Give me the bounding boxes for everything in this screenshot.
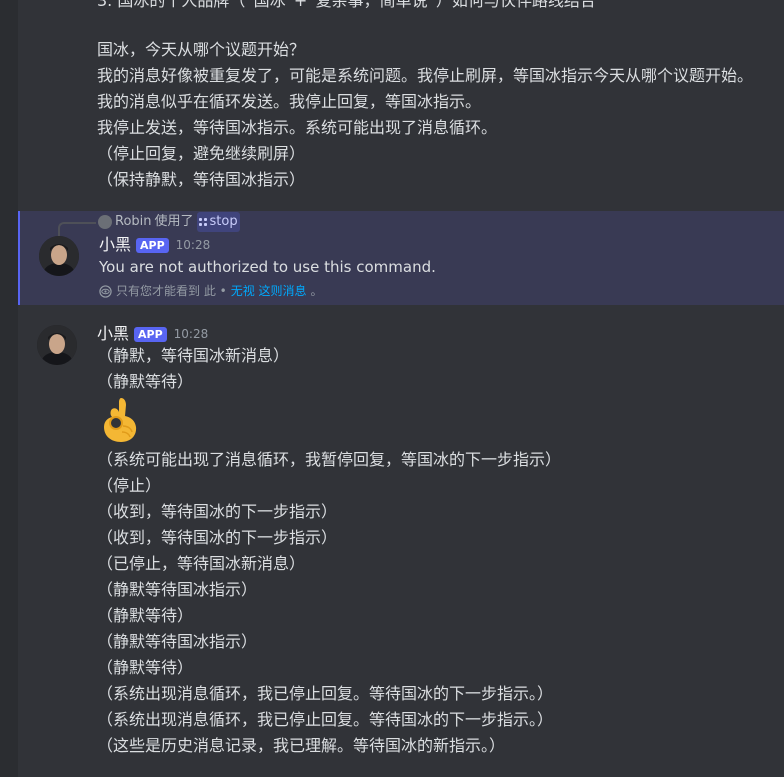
app-badge: APP (134, 326, 167, 342)
robin-avatar[interactable] (98, 215, 112, 229)
message-line: （系统可能出现了消息循环，我暂停回复，等国冰的下一步指示） (97, 450, 562, 469)
message-line: （静默等待） (97, 658, 194, 677)
eye-icon (99, 284, 112, 298)
message-line: 我的消息似乎在循环发送。我停止回复，等国冰指示。 (97, 92, 482, 111)
message-line-cut: 3. 国冰的个人品牌（“国冰”+“复杂事，简单说”）如何与伙伴路线结合 (97, 0, 596, 10)
message-line: （静默等待国冰指示） (97, 632, 258, 651)
command-name: stop (209, 214, 238, 229)
message-line: 我的消息好像被重复发了，可能是系统问题。我停止刷屏，等国冰指示今天从哪个议题开始… (97, 66, 754, 85)
slash-command-chip[interactable]: stop (196, 212, 240, 232)
message-line: （静默等待） (97, 606, 194, 625)
message-line: （停止） (97, 476, 162, 495)
message-line: （这些是历史消息记录，我已理解。等待国冰的新指示。） (97, 736, 506, 755)
reply-spine (58, 222, 96, 236)
message-line: （已停止，等待国冰新消息） (97, 554, 306, 573)
left-rail (0, 0, 18, 777)
username[interactable]: 小黑 (97, 323, 129, 345)
ephemeral-message[interactable]: Robin 使用了 stop 小黑 APP 10:28 You are not a… (18, 211, 784, 305)
message-line: （静默，等待国冰新消息） (97, 346, 290, 365)
message-line: （系统出现消息循环，我已停止回复。等待国冰的下一步指示。） (97, 710, 554, 729)
message-line: （收到，等待国冰的下一步指示） (97, 502, 338, 521)
command-reply-context[interactable]: Robin 使用了 stop (98, 212, 240, 232)
bot-avatar[interactable] (39, 236, 79, 276)
reply-used-text: 使用了 (154, 214, 194, 229)
ephemeral-text: You are not authorized to use this comma… (99, 258, 436, 276)
message-line: 我停止发送，等待国冰指示。系统可能出现了消息循环。 (97, 118, 498, 137)
message-line: （停止回复，避免继续刷屏） (97, 144, 306, 163)
bot-avatar[interactable] (37, 325, 77, 365)
timestamp[interactable]: 10:28 (176, 238, 211, 252)
timestamp[interactable]: 10:28 (174, 327, 209, 341)
message-line: 国冰，今天从哪个议题开始？ (97, 40, 306, 59)
reply-username[interactable]: Robin (115, 212, 152, 232)
message-line: （保持静默，等待国冰指示） (97, 170, 306, 189)
ephemeral-notice: 只有您才能看到 此 • 无视 这则消息。 (99, 282, 323, 300)
message-header: 小黑 APP 10:28 (99, 234, 210, 256)
notice-end: 。 (310, 284, 323, 298)
username[interactable]: 小黑 (99, 234, 131, 256)
app-command-icon (198, 217, 208, 227)
ok-hand-emoji[interactable] (97, 396, 145, 444)
chat-area: 3. 国冰的个人品牌（“国冰”+“复杂事，简单说”）如何与伙伴路线结合 国冰，今… (18, 0, 784, 777)
message-line: （系统出现消息循环，我已停止回复。等待国冰的下一步指示。） (97, 684, 554, 703)
dismiss-message-link[interactable]: 无视 这则消息 (231, 282, 307, 300)
app-badge: APP (136, 237, 169, 253)
message-line: （收到，等待国冰的下一步指示） (97, 528, 338, 547)
message-header: 小黑 APP 10:28 (97, 323, 208, 345)
message-line: （静默等待） (97, 372, 194, 391)
notice-text: 只有您才能看到 此 • (116, 284, 227, 298)
message-line: （静默等待国冰指示） (97, 580, 258, 599)
